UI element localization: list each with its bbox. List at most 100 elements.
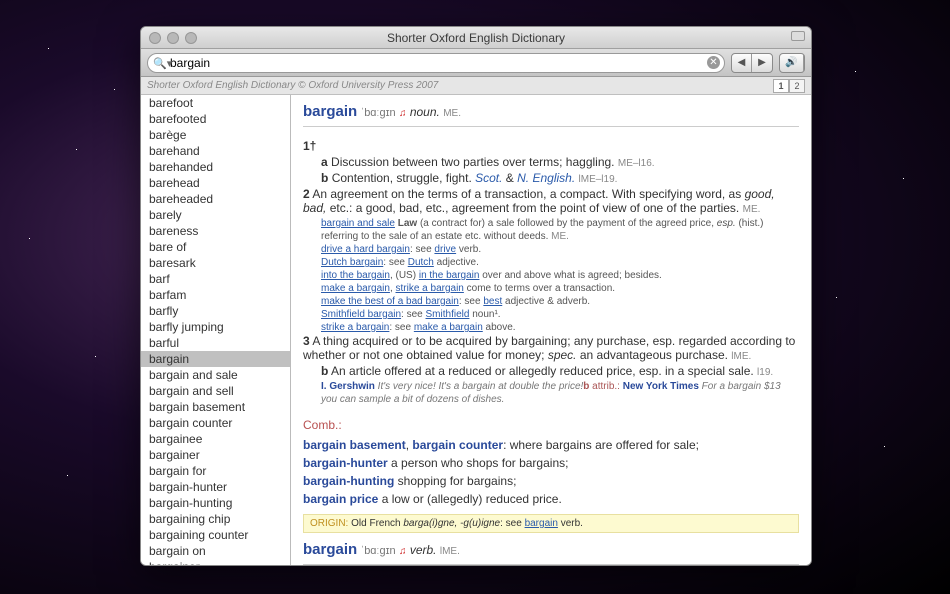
- sense-1b: b Contention, struggle, fight. Scot. & N…: [321, 171, 799, 185]
- list-item[interactable]: bargain-hunting: [141, 495, 290, 511]
- sub-strike-a-bargain: strike a bargain: see make a bargain abo…: [321, 321, 799, 334]
- list-item[interactable]: bargain: [141, 351, 290, 367]
- search-input[interactable]: [147, 53, 725, 73]
- sense-1b-eng: N. English.: [517, 171, 575, 185]
- date-verb: lME.: [440, 546, 460, 557]
- sense-1a: a Discussion between two parties over te…: [321, 155, 799, 169]
- audio-icon[interactable]: ♫: [399, 546, 407, 557]
- list-item[interactable]: bargain for: [141, 463, 290, 479]
- word-list[interactable]: barefootbarefootedbarègebarehandbarehand…: [141, 95, 291, 565]
- sense-1a-date: ME–l16.: [618, 158, 655, 169]
- list-item[interactable]: barfly: [141, 303, 290, 319]
- audio-icon[interactable]: ♫: [399, 108, 407, 119]
- sense-1b-scot: Scot.: [475, 171, 502, 185]
- sub-dutch-bargain: Dutch bargain: see Dutch adjective.: [321, 256, 799, 269]
- list-item[interactable]: barefoot: [141, 95, 290, 111]
- sense-2: 2 An agreement on the terms of a transac…: [303, 187, 799, 215]
- list-item[interactable]: barège: [141, 127, 290, 143]
- sub-bargain-and-sale: bargain and sale Law (a contract for) a …: [321, 217, 799, 243]
- list-item[interactable]: barfly jumping: [141, 319, 290, 335]
- origin-box: ORIGIN: Old French barga(i)gne, -g(u)ign…: [303, 514, 799, 533]
- sense-1b-text: Contention, struggle, fight.: [332, 171, 475, 185]
- toolbar: 🔍▾ ✕ ◀ ▶ 🔊: [141, 49, 811, 77]
- list-item[interactable]: bargaining chip: [141, 511, 290, 527]
- titlebar: Shorter Oxford English Dictionary: [141, 27, 811, 49]
- list-item[interactable]: bare of: [141, 239, 290, 255]
- forward-button[interactable]: ▶: [752, 54, 772, 72]
- list-item[interactable]: bargain on: [141, 543, 290, 559]
- sense-3: 3 A thing acquired or to be acquired by …: [303, 334, 799, 362]
- list-item[interactable]: barful: [141, 335, 290, 351]
- minimize-button[interactable]: [167, 32, 179, 44]
- date: ME.: [443, 108, 461, 119]
- sub-smithfield-bargain: Smithfield bargain: see Smithfield noun¹…: [321, 308, 799, 321]
- comb-hunting: bargain-hunting shopping for bargains;: [303, 474, 799, 488]
- quote-gershwin: I. Gershwin It's very nice! It's a barga…: [321, 380, 799, 406]
- sub-into-the-bargain: into the bargain, (US) in the bargain ov…: [321, 269, 799, 282]
- list-item[interactable]: bargain counter: [141, 415, 290, 431]
- sub-make-a-bargain: make a bargain, strike a bargain come to…: [321, 282, 799, 295]
- separator: [303, 126, 799, 127]
- toolbar-toggle-button[interactable]: [791, 31, 805, 41]
- list-item[interactable]: bargain-hunter: [141, 479, 290, 495]
- search-icon: 🔍▾: [153, 57, 172, 70]
- speaker-icon: 🔊: [780, 54, 804, 72]
- sense-2-num: 2: [303, 187, 310, 201]
- list-item[interactable]: barefooted: [141, 111, 290, 127]
- pronunciation: ˈbɑːɡɪn: [361, 107, 396, 119]
- part-of-speech: noun.: [410, 105, 440, 119]
- list-item[interactable]: bargaining counter: [141, 527, 290, 543]
- sub-drive-hard-bargain: drive a hard bargain: see drive verb.: [321, 243, 799, 256]
- zoom-button[interactable]: [185, 32, 197, 44]
- list-item[interactable]: bargainor: [141, 559, 290, 565]
- sense-1a-text: Discussion between two parties over term…: [331, 155, 614, 169]
- list-item[interactable]: barehand: [141, 143, 290, 159]
- comb-basement: bargain basement, bargain counter: where…: [303, 438, 799, 452]
- sense-1b-label: b: [321, 171, 328, 185]
- page-tabs: 1 2: [773, 79, 805, 93]
- app-window: Shorter Oxford English Dictionary 🔍▾ ✕ ◀…: [140, 26, 812, 566]
- entry-verb: bargain ˈbɑːɡɪn ♫ verb. lME. 1 verb intr…: [303, 541, 799, 565]
- headword: bargain: [303, 103, 357, 120]
- window-title: Shorter Oxford English Dictionary: [141, 31, 811, 45]
- part-of-speech-verb: verb.: [410, 543, 437, 557]
- definition-pane[interactable]: bargain ˈbɑːɡɪn ♫ noun. ME. 1† a Discuss…: [291, 95, 811, 565]
- sense-1-num: 1†: [303, 139, 316, 153]
- list-item[interactable]: barehead: [141, 175, 290, 191]
- list-item[interactable]: barely: [141, 207, 290, 223]
- list-item[interactable]: barfam: [141, 287, 290, 303]
- copyright-bar: Shorter Oxford English Dictionary © Oxfo…: [141, 77, 811, 95]
- list-item[interactable]: bargainer: [141, 447, 290, 463]
- list-item[interactable]: bareness: [141, 223, 290, 239]
- list-item[interactable]: bargain and sale: [141, 367, 290, 383]
- sense-1b-date: lME–l19.: [579, 174, 618, 185]
- tab-page-2[interactable]: 2: [789, 79, 805, 93]
- sense-3b: b An article offered at a reduced or all…: [321, 364, 799, 378]
- copyright-text: Shorter Oxford English Dictionary © Oxfo…: [147, 80, 438, 91]
- sense-1a-label: a: [321, 155, 328, 169]
- content-area: barefootbarefootedbarègebarehandbarehand…: [141, 95, 811, 565]
- list-item[interactable]: bareheaded: [141, 191, 290, 207]
- nav-buttons: ◀ ▶: [731, 53, 773, 73]
- separator: [303, 564, 799, 565]
- sound-button[interactable]: 🔊: [779, 53, 805, 73]
- list-item[interactable]: bargainee: [141, 431, 290, 447]
- clear-icon[interactable]: ✕: [707, 56, 720, 69]
- comb-price: bargain price a low or (allegedly) reduc…: [303, 492, 799, 506]
- list-item[interactable]: barehanded: [141, 159, 290, 175]
- search-field: 🔍▾ ✕: [147, 53, 725, 73]
- list-item[interactable]: barf: [141, 271, 290, 287]
- entry-noun: bargain ˈbɑːɡɪn ♫ noun. ME. 1† a Discuss…: [303, 103, 799, 533]
- close-button[interactable]: [149, 32, 161, 44]
- list-item[interactable]: bargain and sell: [141, 383, 290, 399]
- comb-hunter: bargain-hunter a person who shops for ba…: [303, 456, 799, 470]
- back-button[interactable]: ◀: [732, 54, 752, 72]
- sense-3-num: 3: [303, 334, 310, 348]
- list-item[interactable]: baresark: [141, 255, 290, 271]
- pronunciation-verb: ˈbɑːɡɪn: [361, 545, 396, 557]
- list-item[interactable]: bargain basement: [141, 399, 290, 415]
- headword-verb: bargain: [303, 541, 357, 558]
- tab-page-1[interactable]: 1: [773, 79, 789, 93]
- window-controls: [141, 32, 197, 44]
- sub-make-best-bad-bargain: make the best of a bad bargain: see best…: [321, 295, 799, 308]
